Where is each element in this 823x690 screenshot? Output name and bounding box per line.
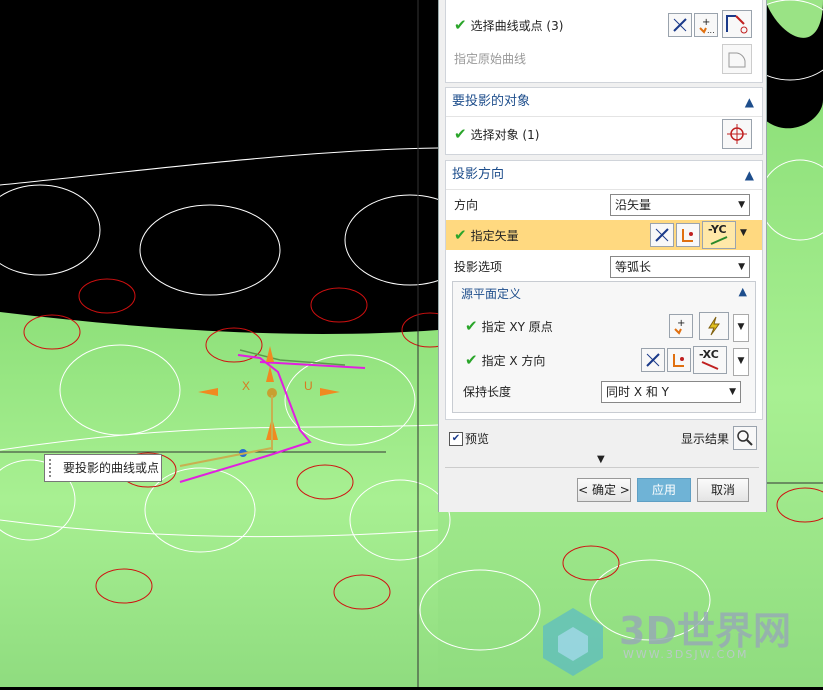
vector-dialog-icon [673,354,684,367]
chevron-down-icon: ▼ [738,200,745,210]
preview-row: ✔ 预览 显示结果 [445,424,761,454]
vector-infer-icon [655,228,669,242]
projection-option-value: 等弧长 [615,260,652,274]
target-section-title: 要投影的对象 [452,94,531,109]
origin-dropdown-icon[interactable]: ▼ [733,314,749,342]
direction-select-value: 沿矢量 [615,198,652,212]
lightning-icon [708,316,720,336]
specify-vector-row[interactable]: ✔ 指定矢量 -YC ▼ [446,220,762,250]
x-direction-label: 指定 X 方向 [481,354,546,368]
source-plane-group: 源平面定义 ▲ ✔ 指定 XY 原点 + ▼ ✔ 指定 X 方向 -XC ▼ 保… [452,281,756,413]
keep-length-select[interactable]: 同时 X 和 Y ▼ [601,381,741,403]
selection-tooltip: 要投影的曲线或点 [44,454,162,482]
divider [445,467,759,468]
watermark-url: WWW.3DSJW.COM [623,648,749,661]
keep-length-label: 保持长度 [463,385,512,399]
specify-vector-label: 指定矢量 [470,229,519,243]
preview-checkbox[interactable]: ✔ [449,432,463,446]
neg-yc-button[interactable]: -YC [702,221,736,249]
collapse-icon[interactable]: ▲ [745,88,754,116]
vector-dialog-icon [682,229,693,242]
point-dialog-button[interactable]: +... [694,13,718,37]
point-dialog-icon: +... [699,17,715,34]
xy-origin-row[interactable]: ✔ 指定 XY 原点 [465,312,553,340]
select-object-row[interactable]: ✔ 选择对象 (1) [454,120,539,148]
show-result-button[interactable] [733,426,757,450]
original-curve-button[interactable] [722,44,752,74]
curve-select-icon [726,15,748,34]
check-icon: ✔ [454,226,467,244]
target-section: 要投影的对象 ▲ ✔ 选择对象 (1) [445,87,763,155]
select-object-label: 选择对象 (1) [470,128,540,142]
svg-text:...: ... [707,26,715,34]
svg-text:+: + [677,318,685,329]
xy-origin-dialog-button[interactable]: + [669,314,693,338]
ok-button[interactable]: < 确定 > [577,478,631,502]
check-icon: ✔ [465,317,478,335]
select-curves-row[interactable]: ✔ 选择曲线或点 (3) [454,11,563,39]
option-label: 投影选项 [454,260,503,274]
check-icon: ✔ [454,16,467,34]
cancel-button[interactable]: 取消 [697,478,749,502]
green-surface-left [0,312,438,687]
x-direction-row[interactable]: ✔ 指定 X 方向 [465,346,545,374]
watermark: 3D世界网 WWW.3DSJW.COM [543,596,813,676]
collapse-icon[interactable]: ▲ [739,285,747,298]
chevron-down-icon: ▼ [738,262,745,272]
vector-infer-button[interactable] [650,223,674,247]
arc-icon [728,52,746,68]
axis-x-label: X [242,379,250,393]
vector-infer-icon [646,353,660,367]
xdir-dropdown-icon[interactable]: ▼ [733,348,749,376]
tooltip-text: 要投影的曲线或点 [63,461,160,475]
apply-button[interactable]: 应用 [637,478,691,502]
point-dialog-icon: + [674,318,685,335]
x-dir-infer-button[interactable] [641,348,665,372]
axis-u-label: U [304,379,313,393]
xy-origin-label: 指定 XY 原点 [481,320,553,334]
preview-label: 预览 [465,432,490,446]
red-arrow-icon [701,361,719,370]
show-result-label: 显示结果 [681,432,730,446]
projection-option-select[interactable]: 等弧长 ▼ [610,256,750,278]
direction-section-title: 投影方向 [452,167,505,182]
direction-label: 方向 [454,198,479,212]
curves-section: ✔ 选择曲线或点 (3) +... 指定原始曲线 [445,0,763,83]
neg-xc-button[interactable]: -XC [693,346,727,374]
crosshair-icon [727,124,747,144]
green-arrow-icon [710,236,728,245]
source-plane-title: 源平面定义 [461,287,522,301]
target-section-header[interactable]: 要投影的对象 ▲ [446,88,762,117]
chevron-down-icon: ▼ [729,387,736,397]
magnifier-icon [737,430,753,446]
xy-origin-infer-button[interactable] [699,312,729,340]
select-curves-label: 选择曲线或点 (3) [470,19,564,33]
curve-select-button[interactable] [722,10,752,38]
curve-rule-icon [673,18,687,32]
project-curve-dialog: ✔ 选择曲线或点 (3) +... 指定原始曲线 要投影的对象 ▲ ✔ 选择对象 (… [438,0,767,512]
original-curve-label: 指定原始曲线 [454,52,527,66]
keep-length-value: 同时 X 和 Y [606,385,669,399]
direction-section-header[interactable]: 投影方向 ▲ [446,161,762,190]
direction-section: 投影方向 ▲ 方向 沿矢量 ▼ ✔ 指定矢量 -YC ▼ 投影选项 等弧长 ▼ … [445,160,763,420]
x-dir-dialog-button[interactable] [667,348,691,372]
vector-dialog-button[interactable] [676,223,700,247]
check-icon: ✔ [465,351,478,369]
collapse-icon[interactable]: ▲ [745,161,754,189]
direction-select[interactable]: 沿矢量 ▼ [610,194,750,216]
watermark-title: 3D世界网 [619,609,791,653]
vector-dropdown-icon[interactable]: ▼ [740,228,747,238]
curve-rule-button[interactable] [668,13,692,37]
check-icon: ✔ [454,125,467,143]
select-object-button[interactable] [722,119,752,149]
expand-more-icon[interactable]: ▼ [597,454,605,465]
